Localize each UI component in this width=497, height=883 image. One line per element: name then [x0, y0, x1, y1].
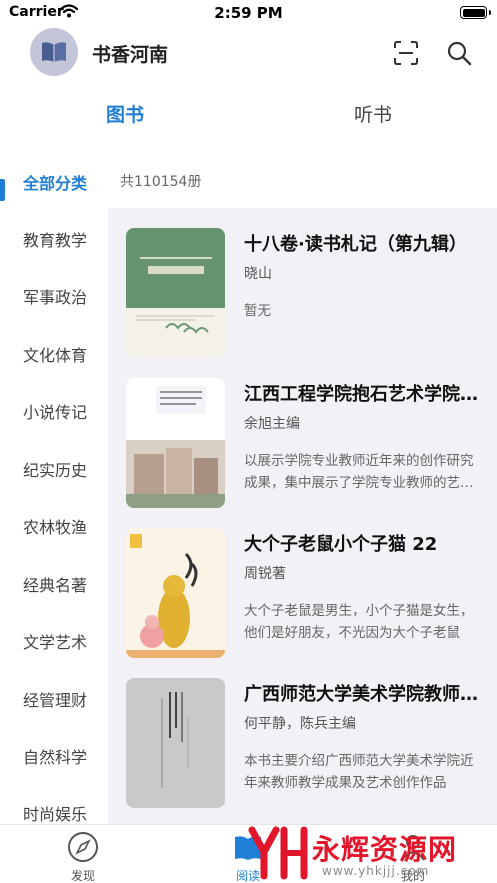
book-author: 何平静，陈兵主编 — [244, 716, 356, 732]
app-screen: Carrier 2:59 PM 书香河南 图书 听书 全部分类 教育教学 军事政… — [0, 0, 497, 883]
book-description: 暂无 — [244, 303, 271, 319]
tab-discover-label: 发现 — [70, 869, 95, 883]
book-title: 大个子老鼠小个子猫 22 — [244, 534, 438, 555]
clock: 2:59 PM — [214, 4, 283, 22]
category-item[interactable]: 农林牧渔 — [0, 504, 108, 544]
book-author: 晓山 — [244, 266, 272, 282]
category-item[interactable]: 小说传记 — [0, 389, 108, 429]
category-label: 小说传记 — [23, 403, 88, 422]
book-author: 余旭主编 — [244, 416, 300, 432]
library-avatar[interactable] — [30, 28, 78, 76]
watermark: 永辉资源网 www.yhkjjj.com — [248, 822, 478, 882]
tab-books[interactable]: 图书 — [106, 100, 144, 127]
category-label: 自然科学 — [23, 748, 88, 767]
category-label: 农林牧渔 — [23, 518, 88, 537]
book-title: 十八卷·读书札记（第九辑） — [244, 234, 467, 255]
category-item[interactable]: 纪实历史 — [0, 447, 108, 487]
category-label: 时尚娱乐 — [23, 805, 88, 824]
status-bar: Carrier 2:59 PM — [0, 0, 497, 26]
book-row[interactable]: 大个子老鼠小个子猫 22 周锐著 大个子老鼠是男生，小个子猫是女生，他们是好朋友… — [108, 508, 497, 658]
battery-icon — [460, 6, 491, 19]
book-icon — [42, 42, 66, 62]
book-cover — [126, 528, 225, 658]
tab-discover[interactable]: 发现 — [38, 825, 128, 883]
category-item[interactable]: 自然科学 — [0, 734, 108, 774]
book-cover — [126, 678, 225, 808]
total-count: 共110154册 — [120, 174, 202, 190]
compass-icon — [68, 832, 98, 862]
category-label: 军事政治 — [23, 288, 88, 307]
watermark-text: 永辉资源网 — [312, 833, 458, 866]
category-item[interactable]: 军事政治 — [0, 274, 108, 314]
category-label: 经典名著 — [23, 576, 88, 595]
book-list: 十八卷·读书札记（第九辑） 晓山 暂无 江西工程学院抱石艺术学院教 余旭主编 以… — [108, 208, 497, 832]
category-label: 经管理财 — [23, 691, 88, 710]
book-description: 本书主要介绍广西师范大学美术学院近年来教师教学成果及艺术创作作品 — [244, 753, 474, 791]
category-item[interactable]: 文化体育 — [0, 332, 108, 372]
book-description: 大个子老鼠是男生，小个子猫是女生，他们是好朋友，不光因为大个子老鼠 — [244, 603, 474, 641]
tab-audiobooks[interactable]: 听书 — [354, 100, 392, 127]
category-item-all[interactable]: 全部分类 — [0, 160, 108, 201]
book-row[interactable]: 广西师范大学美术学院教师作品集 何平静，陈兵主编 本书主要介绍广西师范大学美术学… — [108, 658, 497, 808]
watermark-url: www.yhkjjj.com — [322, 864, 430, 878]
watermark-logo-icon — [248, 826, 308, 880]
category-label: 教育教学 — [23, 231, 88, 250]
book-row[interactable]: 十八卷·读书札记（第九辑） 晓山 暂无 — [108, 208, 497, 358]
book-description: 以展示学院专业教师近年来的创作研究成果，集中展示了学院专业教师的艺术风采 — [244, 453, 474, 491]
category-label: 全部分类 — [23, 174, 88, 193]
category-label: 纪实历史 — [23, 461, 88, 480]
category-item[interactable]: 文学艺术 — [0, 619, 108, 659]
book-cover — [126, 378, 225, 508]
category-item[interactable]: 经管理财 — [0, 677, 108, 717]
category-item[interactable]: 经典名著 — [0, 562, 108, 602]
active-indicator — [0, 179, 5, 201]
search-icon[interactable] — [446, 40, 472, 66]
scan-icon[interactable] — [393, 40, 419, 66]
library-title: 书香河南 — [92, 44, 169, 66]
book-row[interactable]: 江西工程学院抱石艺术学院教师作品集 余旭主编 以展示学院专业教师近年来的创作研究… — [108, 358, 497, 508]
book-cover — [126, 228, 225, 358]
category-sidebar: 全部分类 教育教学 军事政治 文化体育 小说传记 纪实历史 农林牧渔 经典名著 … — [0, 150, 108, 830]
book-author: 周锐著 — [244, 566, 286, 582]
category-item[interactable]: 教育教学 — [0, 217, 108, 257]
book-title: 江西工程学院抱石艺术学院教师作品集 — [244, 384, 480, 405]
category-label: 文化体育 — [23, 346, 88, 365]
book-title: 广西师范大学美术学院教师作品集 — [244, 684, 480, 705]
category-label: 文学艺术 — [23, 633, 88, 652]
